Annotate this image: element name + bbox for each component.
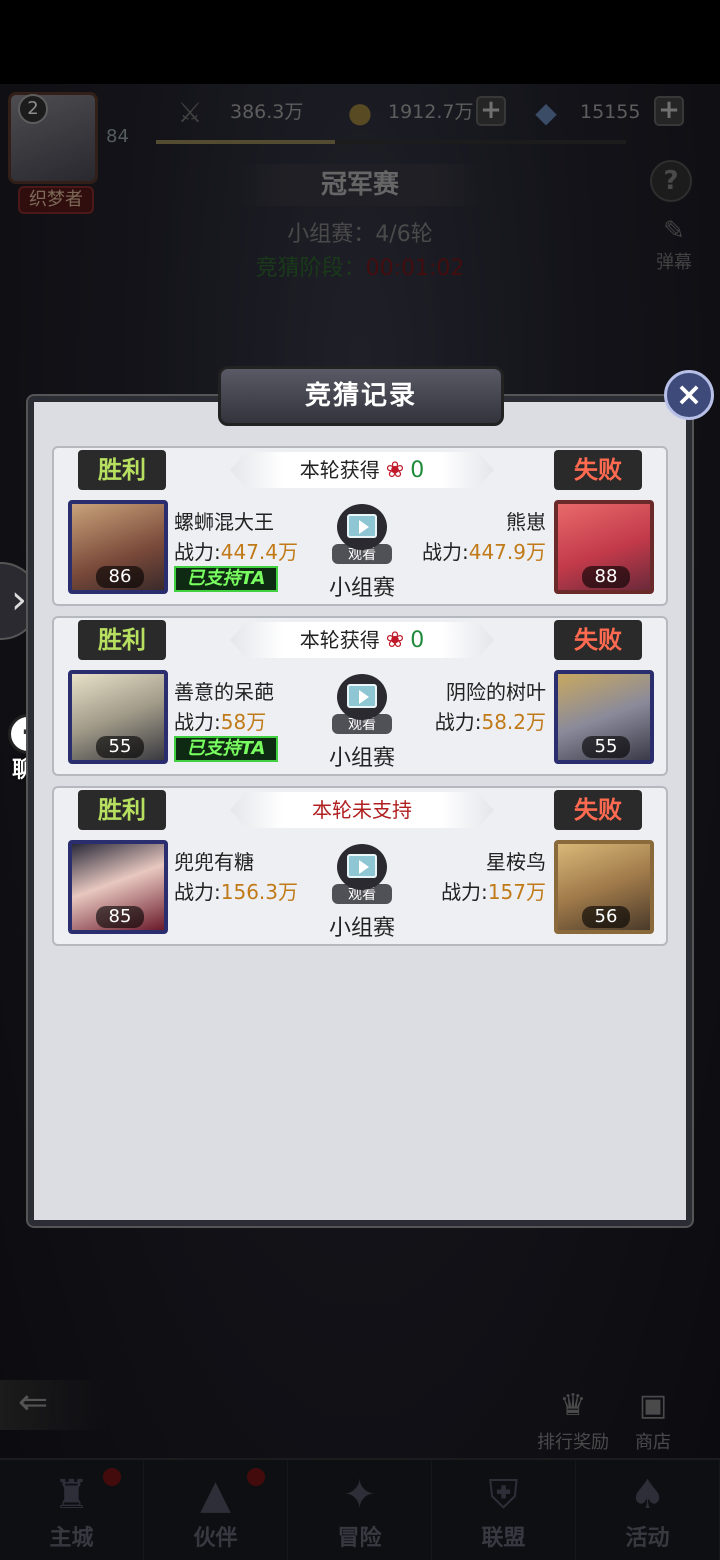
reward-banner: 本轮未支持 [230, 792, 494, 828]
portrait-level: 55 [96, 736, 144, 758]
portrait-level: 56 [582, 906, 630, 928]
portrait-level: 86 [96, 566, 144, 588]
win-badge: 胜利 [78, 620, 166, 660]
player-power-left: 战力:156.3万 [174, 876, 298, 905]
player-name-right: 星桉鸟 [486, 850, 546, 874]
player-portrait-left[interactable]: 86 [68, 500, 168, 594]
record-card: 胜利 本轮获得 ❀ 0 失败 86 螺蛳混大王 战力:447.4万 已支持TA 观看… [52, 446, 668, 606]
power-label: 战力: [434, 710, 482, 734]
reward-label: 本轮获得 [299, 458, 380, 482]
watch-replay-button[interactable]: 观看 [332, 504, 392, 564]
status-bar [0, 0, 720, 84]
power-value: 58.2万 [481, 710, 546, 734]
player-power-right: 战力:157万 [441, 876, 546, 905]
player-portrait-left[interactable]: 85 [68, 840, 168, 934]
player-portrait-right[interactable]: 56 [554, 840, 654, 934]
power-label: 战力: [174, 880, 221, 904]
rose-icon: ❀ [385, 458, 405, 483]
watch-replay-button[interactable]: 观看 [332, 844, 392, 904]
tv-play-icon [337, 674, 387, 720]
stage-label: 小组赛 [328, 746, 395, 771]
player-power-right: 战力:58.2万 [435, 706, 546, 735]
player-power-left: 战力:58万 [174, 706, 266, 735]
player-name-right: 阴险的树叶 [446, 680, 546, 704]
player-portrait-right[interactable]: 88 [554, 500, 654, 594]
record-card: 胜利 本轮获得 ❀ 0 失败 55 善意的呆葩 战力:58万 已支持TA 观看 小组… [52, 616, 668, 776]
power-label: 战力: [174, 710, 221, 734]
tv-play-icon [337, 504, 387, 550]
portrait-level: 85 [96, 906, 144, 928]
watch-replay-button[interactable]: 观看 [332, 674, 392, 734]
supported-badge: 已支持TA [174, 566, 278, 592]
lose-badge: 失败 [554, 450, 642, 490]
power-value: 447.4万 [220, 540, 299, 564]
reward-label: 本轮获得 [299, 628, 380, 652]
reward-banner: 本轮获得 ❀ 0 [230, 452, 494, 488]
player-name-left: 善意的呆葩 [174, 680, 274, 704]
power-value: 157万 [487, 880, 546, 904]
close-button[interactable]: × [664, 370, 714, 420]
win-badge: 胜利 [78, 790, 166, 830]
lose-badge: 失败 [554, 620, 642, 660]
player-name-left: 螺蛳混大王 [174, 510, 274, 534]
lose-badge: 失败 [554, 790, 642, 830]
power-value: 156.3万 [220, 880, 299, 904]
stage-label: 小组赛 [328, 576, 395, 601]
player-portrait-left[interactable]: 55 [68, 670, 168, 764]
portrait-level: 88 [582, 566, 630, 588]
win-badge: 胜利 [78, 450, 166, 490]
power-label: 战力: [441, 880, 488, 904]
stage-label: 小组赛 [328, 916, 395, 941]
player-name-left: 兜兜有糖 [174, 850, 254, 874]
modal-title: 竞猜记录 [218, 366, 504, 426]
reward-label: 本轮未支持 [312, 798, 412, 822]
power-value: 58万 [220, 710, 267, 734]
power-label: 战力: [174, 540, 221, 564]
player-portrait-right[interactable]: 55 [554, 670, 654, 764]
reward-amount: 0 [410, 628, 425, 653]
tv-play-icon [337, 844, 387, 890]
supported-badge: 已支持TA [174, 736, 278, 762]
power-label: 战力: [421, 540, 469, 564]
reward-amount: 0 [410, 458, 425, 483]
player-name-right: 熊崽 [506, 510, 546, 534]
power-value: 447.9万 [468, 540, 546, 564]
portrait-level: 55 [582, 736, 630, 758]
player-power-right: 战力:447.9万 [422, 536, 546, 565]
rose-icon: ❀ [385, 628, 405, 653]
record-card: 胜利 本轮未支持 失败 85 兜兜有糖 战力:156.3万 观看 小组赛 星桉鸟… [52, 786, 668, 946]
player-power-left: 战力:447.4万 [174, 536, 298, 565]
reward-banner: 本轮获得 ❀ 0 [230, 622, 494, 658]
